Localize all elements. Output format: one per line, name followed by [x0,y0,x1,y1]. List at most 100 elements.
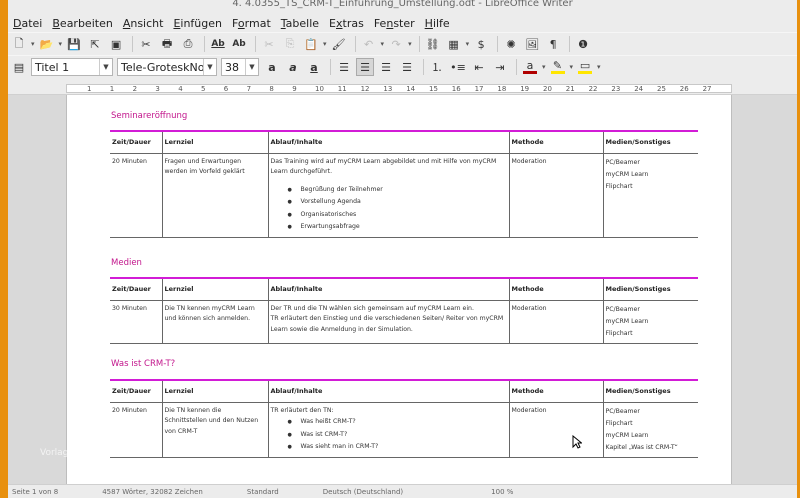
italic-icon[interactable]: a [284,58,302,76]
menu-hilfe[interactable]: Hilfe [420,17,455,30]
table-header-row: Zeit/Dauer Lernziel Ablauf/Inhalte Methode M… [110,278,698,301]
cell-lernziel[interactable]: Die TN kennen myCRM Learn und können sic… [161,300,268,344]
align-justify-icon[interactable]: ☰ [398,58,416,76]
cell-medien[interactable]: PC/Beamer Flipchart myCRM Learn Kapitel „Wa… [602,402,698,458]
formatting-marks-icon[interactable]: ¶ [544,35,562,53]
cell-methode[interactable]: Moderation [508,153,603,238]
plan-table: Zeit/Dauer Lernziel Ablauf/Inhalte Methode M… [110,130,698,238]
undo-dropdown-icon[interactable]: ▾ [381,40,385,48]
align-right-icon[interactable]: ☰ [377,58,395,76]
ruler-tick-label: 19 [520,85,530,93]
cell-ablauf[interactable]: TR erläutert den TN:Was heißt CRM-T?Was … [267,402,509,458]
column-header: Zeit/Dauer [110,131,162,154]
special-character-icon[interactable]: $ [472,35,490,53]
cell-lernziel[interactable]: Die TN kennen die Schnittstellen und den… [161,402,268,458]
bold-icon[interactable]: a [263,58,281,76]
menu-extras[interactable]: Extras [324,17,369,30]
medien-item: Kapitel „Was ist CRM-T“ [605,443,678,451]
font-color-icon[interactable]: a [521,58,539,76]
status-item: 100 % [491,487,514,496]
decrease-indent-icon[interactable]: ⇤ [470,58,488,76]
cell-methode[interactable]: Moderation [508,300,603,344]
chevron-down-icon[interactable]: ▼ [203,59,216,75]
open-icon[interactable]: 📂 [38,35,56,53]
chevron-down-icon[interactable]: ▼ [99,59,112,75]
underline-icon[interactable]: a [305,58,323,76]
new-dropdown-icon[interactable]: ▾ [31,40,35,48]
cell-ablauf[interactable]: Das Training wird auf myCRM Learn abgebi… [267,153,509,238]
sidebar-toggle-icon[interactable]: ▤ [10,58,28,76]
numbering-icon[interactable]: ⒈ [428,58,446,76]
menu-einfügen[interactable]: Einfügen [168,17,227,30]
menu-tabelle[interactable]: Tabelle [276,17,324,30]
font-size-select[interactable]: 38 ▼ [221,58,259,76]
document-area[interactable]: Seminareröffnung Zeit/Dauer Lernziel Ablauf… [8,95,797,484]
export-icon[interactable]: ⇱ [86,35,104,53]
menu-bearbeiten[interactable]: Bearbeiten [47,17,117,30]
print-preview-icon[interactable]: 🖶 [158,35,176,53]
separator [516,59,517,75]
document-page[interactable]: Seminareröffnung Zeit/Dauer Lernziel Ablauf… [66,95,732,484]
plan-table: Zeit/Dauer Lernziel Ablauf/Inhalte Methode M… [110,277,698,344]
cell-lernziel[interactable]: Fragen und Erwartungen werden im Vorfeld… [161,153,268,238]
spellcheck-icon[interactable]: Ab [209,35,227,53]
copy-icon[interactable]: ⎘ [281,35,299,53]
table-row: 20 Minuten Die TN kennen die Schnittstell… [110,402,698,458]
background-color-dropdown-icon[interactable]: ▾ [597,63,601,71]
paste-icon[interactable]: 📋 [302,35,320,53]
column-header: Medien/Sonstiges [602,278,698,301]
preview-icon[interactable]: ⎙ [179,35,197,53]
hyperlink-icon[interactable]: ⛓ [424,35,442,53]
highlight-dropdown-icon[interactable]: ▾ [570,63,574,71]
ablauf-paragraph: Das Training wird auf myCRM Learn abgebi… [270,157,497,176]
cell-zeit[interactable]: 30 Minuten [110,300,162,344]
font-name-value: Tele-GroteskNor [121,60,203,74]
export-pdf-icon[interactable]: ▣ [107,35,125,53]
cell-zeit[interactable]: 20 Minuten [110,402,162,458]
menu-format[interactable]: Format [227,17,276,30]
new-document-icon[interactable]: 🗋 [10,35,28,53]
clone-formatting-icon[interactable]: 🖌 [330,35,348,53]
redo-icon[interactable]: ↷ [387,35,405,53]
chevron-down-icon[interactable]: ▼ [245,59,258,75]
print-icon[interactable]: ✂ [137,35,155,53]
bullets-icon[interactable]: •≡ [449,58,467,76]
separator [423,59,424,75]
menu-fenster[interactable]: Fenster [369,17,420,30]
cell-medien[interactable]: PC/Beamer myCRM Learn Flipchart [602,300,698,344]
align-left-icon[interactable]: ☰ [335,58,353,76]
ruler-tick-label: 14 [406,85,416,93]
increase-indent-icon[interactable]: ⇥ [491,58,509,76]
horizontal-ruler[interactable]: 1 1 2 3 4 5 6 7 8 9 10 11 12 13 14 15 16 17 18 19 20 21 22 23 24… [8,82,797,95]
redo-dropdown-icon[interactable]: ▾ [408,40,412,48]
ablauf-paragraph: TR erläutert den TN: [270,406,334,414]
table-icon[interactable]: ▦ [445,35,463,53]
table-dropdown-icon[interactable]: ▾ [466,40,470,48]
navigator-icon[interactable]: ✺ [502,35,520,53]
paste-dropdown-icon[interactable]: ▾ [323,40,327,48]
menu-ansicht[interactable]: Ansicht [118,17,169,30]
autocheck-icon[interactable]: Ab [230,35,248,53]
cut-icon[interactable]: ✂ [260,35,278,53]
cell-medien[interactable]: PC/Beamer myCRM Learn Flipchart [602,153,698,238]
font-color-dropdown-icon[interactable]: ▾ [542,63,546,71]
paragraph-style-select[interactable]: Titel 1 ▼ [31,58,113,76]
ruler-tick-label: 3 [155,85,160,93]
highlight-icon[interactable]: ✎ [549,58,567,76]
help-icon[interactable]: ❶ [574,35,592,53]
table-row: 30 Minuten Die TN kennen myCRM Learn und … [110,300,698,344]
save-icon[interactable]: 💾 [65,35,83,53]
image-icon[interactable]: 🖼 [523,35,541,53]
column-header: Zeit/Dauer [110,278,162,301]
cell-zeit[interactable]: 20 Minuten [110,153,162,238]
cell-methode[interactable]: Moderation [508,402,603,458]
ablauf-paragraph: Der TR und die TN wählen sich gemeinsam … [270,304,474,312]
menu-datei[interactable]: Datei [8,17,47,30]
cell-ablauf[interactable]: Der TR und die TN wählen sich gemeinsam … [267,300,509,344]
undo-icon[interactable]: ↶ [360,35,378,53]
background-color-icon[interactable]: ▭ [576,58,594,76]
open-dropdown-icon[interactable]: ▾ [59,40,63,48]
status-item: Seite 1 von 8 [12,487,59,496]
align-center-icon[interactable]: ☰ [356,58,374,76]
font-name-select[interactable]: Tele-GroteskNor ▼ [117,58,217,76]
